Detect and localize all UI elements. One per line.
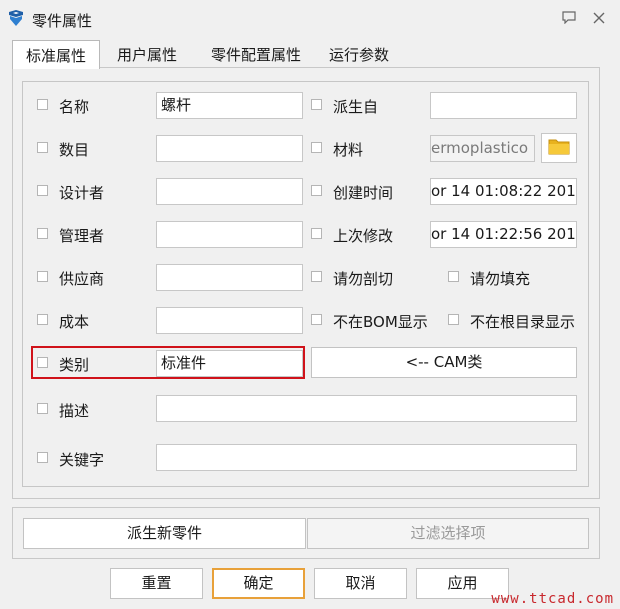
cost-field[interactable]: [156, 307, 303, 334]
not-in-root-checkbox[interactable]: [448, 314, 459, 325]
watermark: www.ttcad.com: [491, 591, 614, 607]
name-field[interactable]: 螺杆: [156, 92, 303, 119]
derived-from-checkbox[interactable]: [311, 99, 322, 110]
name-label: 名称: [59, 98, 90, 116]
title-bar: 零件属性: [0, 0, 620, 38]
description-checkbox[interactable]: [37, 403, 48, 414]
manager-checkbox[interactable]: [37, 228, 48, 239]
folder-icon: [548, 137, 570, 159]
keywords-checkbox[interactable]: [37, 452, 48, 463]
cost-label: 成本: [59, 313, 90, 331]
count-field[interactable]: [156, 135, 303, 162]
reset-button[interactable]: 重置: [110, 568, 203, 599]
close-button[interactable]: [590, 9, 608, 27]
last-modified-field[interactable]: or 14 01:22:56 2015: [430, 221, 577, 248]
speech-bubble-icon: [562, 9, 576, 28]
cancel-button[interactable]: 取消: [314, 568, 407, 599]
not-in-bom-label: 不在BOM显示: [333, 313, 428, 331]
derived-from-field[interactable]: [430, 92, 577, 119]
keywords-field[interactable]: [156, 444, 577, 471]
created-time-field[interactable]: or 14 01:08:22 2015: [430, 178, 577, 205]
cost-checkbox[interactable]: [37, 314, 48, 325]
ok-button[interactable]: 确定: [212, 568, 305, 599]
window-title: 零件属性: [32, 12, 93, 30]
no-section-checkbox[interactable]: [311, 271, 322, 282]
tab-user-properties[interactable]: 用户属性: [108, 40, 186, 68]
derived-from-label: 派生自: [333, 98, 379, 116]
name-checkbox[interactable]: [37, 99, 48, 110]
tab-part-config-properties[interactable]: 零件配置属性: [200, 40, 312, 68]
keywords-label: 关键字: [59, 451, 105, 469]
filter-selection-button[interactable]: 过滤选择项: [307, 518, 589, 549]
no-fill-checkbox[interactable]: [448, 271, 459, 282]
derive-new-part-button[interactable]: 派生新零件: [23, 518, 306, 549]
tab-run-parameters[interactable]: 运行参数: [320, 40, 398, 68]
designer-checkbox[interactable]: [37, 185, 48, 196]
last-modified-checkbox[interactable]: [311, 228, 322, 239]
category-highlight-box: [31, 346, 305, 379]
designer-field[interactable]: [156, 178, 303, 205]
cam-category-button[interactable]: <-- CAM类: [311, 347, 577, 378]
count-checkbox[interactable]: [37, 142, 48, 153]
app-logo-icon: [7, 9, 25, 27]
no-fill-label: 请勿填充: [470, 270, 531, 288]
supplier-checkbox[interactable]: [37, 271, 48, 282]
description-label: 描述: [59, 402, 90, 420]
material-checkbox[interactable]: [311, 142, 322, 153]
count-label: 数目: [59, 141, 90, 159]
close-icon: [593, 9, 605, 28]
manager-field[interactable]: [156, 221, 303, 248]
no-section-label: 请勿剖切: [333, 270, 394, 288]
browse-material-button[interactable]: [541, 133, 577, 163]
manager-label: 管理者: [59, 227, 105, 245]
designer-label: 设计者: [59, 184, 105, 202]
description-field[interactable]: [156, 395, 577, 422]
not-in-bom-checkbox[interactable]: [311, 314, 322, 325]
supplier-field[interactable]: [156, 264, 303, 291]
tab-standard-properties[interactable]: 标准属性: [12, 40, 100, 69]
supplier-label: 供应商: [59, 270, 105, 288]
help-button[interactable]: [560, 9, 578, 27]
not-in-root-label: 不在根目录显示: [470, 313, 576, 331]
created-time-checkbox[interactable]: [311, 185, 322, 196]
created-time-label: 创建时间: [333, 184, 394, 202]
material-field[interactable]: ermoplastico: [430, 135, 535, 162]
last-modified-label: 上次修改: [333, 227, 394, 245]
material-label: 材料: [333, 141, 364, 159]
